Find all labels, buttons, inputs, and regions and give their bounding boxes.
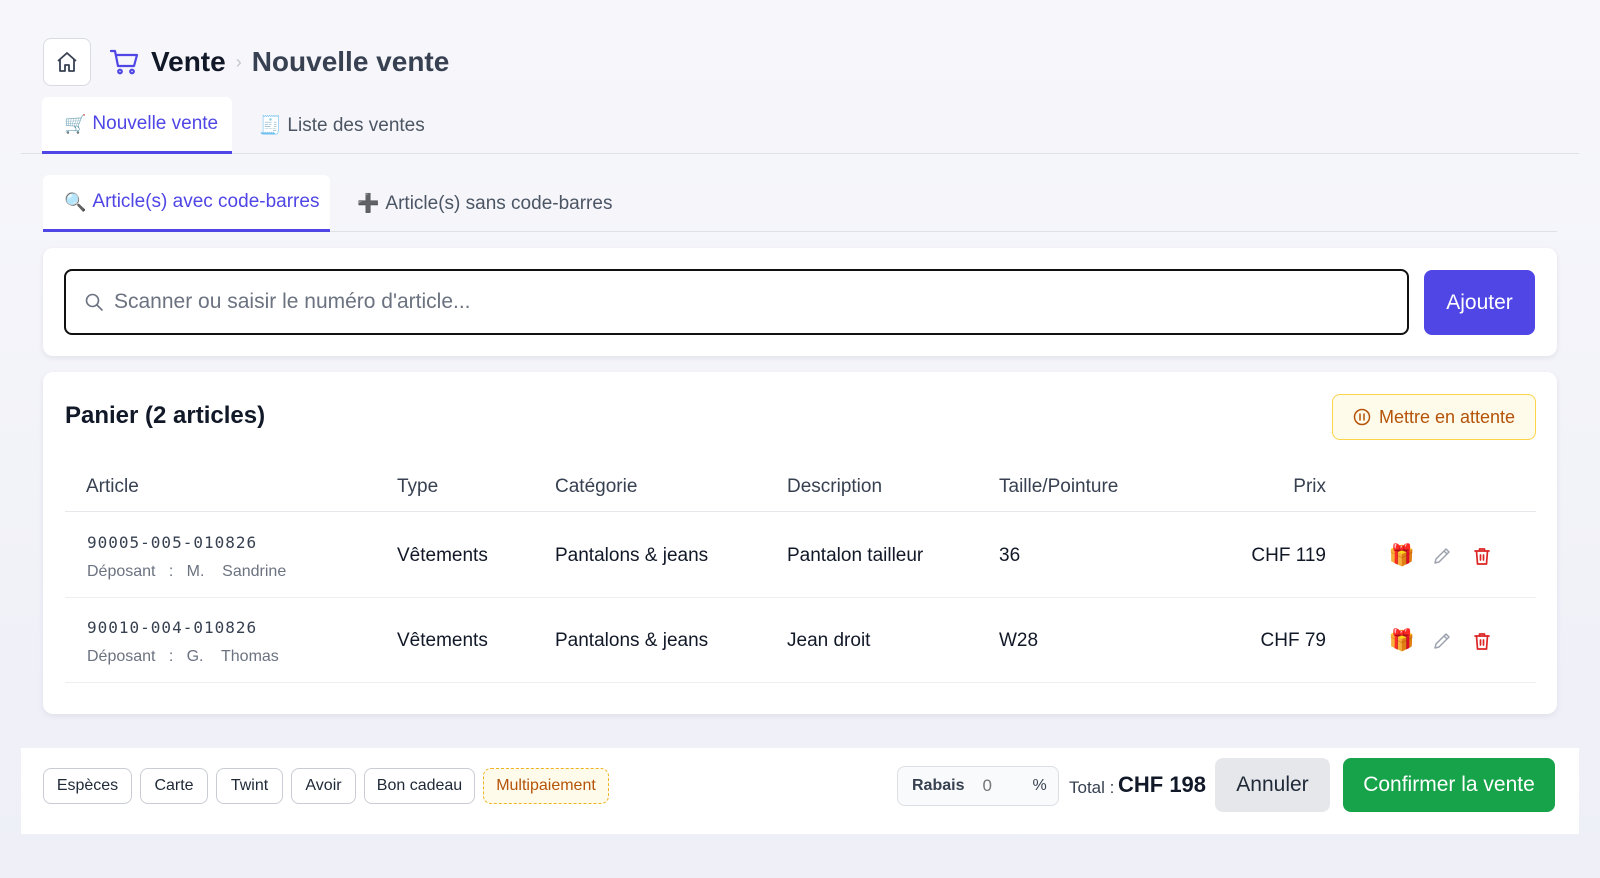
depositor: Déposant : M. Sandrine	[87, 563, 287, 580]
edit-icon[interactable]	[1429, 543, 1455, 569]
tab-nouvelle-vente[interactable]: 🛒 Nouvelle vente	[42, 97, 232, 154]
article-description: Jean droit	[787, 630, 871, 651]
discount-field: Rabais %	[897, 766, 1059, 806]
article-number-input[interactable]	[114, 290, 1314, 314]
total-value: CHF 198	[1118, 772, 1207, 797]
pay-carte-button[interactable]: Carte	[140, 768, 208, 804]
tab-label: Nouvelle vente	[92, 113, 219, 134]
receipt-icon: 🧾	[259, 115, 282, 135]
search-icon	[84, 292, 104, 312]
table-header: Article Type Catégorie Description Taill…	[65, 462, 1536, 512]
pay-avoir-button[interactable]: Avoir	[291, 768, 356, 804]
row-actions: 🎁	[1389, 543, 1509, 569]
page-title: Vente	[151, 46, 226, 77]
sub-tabs: 🔍 Article(s) avec code-barres ➕ Article(…	[43, 175, 1557, 232]
gift-icon[interactable]: 🎁	[1389, 628, 1415, 654]
table-row: 90010-004-010826 Déposant : G. Thomas Vê…	[65, 598, 1536, 683]
tab-label: Article(s) sans code-barres	[385, 192, 613, 214]
article-code: 90005-005-010826	[87, 533, 258, 552]
article-type: Vêtements	[397, 630, 488, 651]
col-categorie: Catégorie	[555, 476, 638, 497]
article-type: Vêtements	[397, 545, 488, 566]
tab-liste-des-ventes[interactable]: 🧾 Liste des ventes	[259, 97, 459, 154]
scan-card: Ajouter	[43, 248, 1557, 356]
breadcrumb-separator: ›	[235, 51, 242, 72]
tab-label: Article(s) avec code-barres	[92, 191, 320, 212]
cancel-button[interactable]: Annuler	[1215, 758, 1330, 812]
total-label: Total :	[1069, 778, 1115, 797]
trash-icon[interactable]	[1469, 628, 1495, 654]
article-size: W28	[999, 630, 1039, 651]
checkout-footer: Espèces Carte Twint Avoir Bon cadeau Mul…	[21, 748, 1579, 834]
percent-unit: %	[1032, 777, 1047, 794]
cart-icon	[109, 48, 139, 76]
trash-icon[interactable]	[1469, 543, 1495, 569]
article-price: CHF 79	[1260, 630, 1326, 651]
col-description: Description	[787, 476, 883, 497]
tab-sans-code-barres[interactable]: ➕ Article(s) sans code-barres	[357, 175, 617, 232]
row-actions: 🎁	[1389, 628, 1509, 654]
discount-input[interactable]	[982, 776, 1029, 796]
article-code: 90010-004-010826	[87, 618, 258, 637]
depositor: Déposant : G. Thomas	[87, 648, 279, 665]
hold-label: Mettre en attente	[1378, 406, 1516, 427]
magnifier-icon: 🔍	[64, 191, 87, 212]
edit-icon[interactable]	[1429, 628, 1455, 654]
article-description: Pantalon tailleur	[787, 545, 924, 566]
table-row: 90005-005-010826 Déposant : M. Sandrine …	[65, 513, 1536, 598]
hold-button[interactable]: Mettre en attente	[1332, 394, 1536, 440]
page-subtitle: Nouvelle vente	[251, 46, 450, 77]
article-category: Pantalons & jeans	[555, 545, 709, 566]
scan-input-wrapper	[64, 269, 1409, 335]
add-button[interactable]: Ajouter	[1424, 270, 1535, 335]
cart-emoji-icon: 🛒	[64, 113, 87, 134]
home-icon	[57, 52, 77, 72]
article-size: 36	[999, 545, 1021, 566]
pause-icon	[1353, 408, 1371, 426]
plus-icon: ➕	[357, 193, 380, 213]
home-button[interactable]	[43, 38, 91, 86]
gift-icon[interactable]: 🎁	[1389, 543, 1415, 569]
pay-bon-cadeau-button[interactable]: Bon cadeau	[364, 768, 475, 804]
main-tabs: 🛒 Nouvelle vente 🧾 Liste des ventes	[21, 97, 1579, 154]
col-type: Type	[397, 476, 439, 497]
page-header: Vente › Nouvelle vente	[43, 38, 449, 86]
discount-label: Rabais	[912, 777, 965, 794]
confirm-sale-button[interactable]: Confirmer la vente	[1343, 758, 1555, 812]
col-prix: Prix	[1293, 476, 1326, 497]
col-article: Article	[86, 476, 139, 497]
tab-avec-code-barres[interactable]: 🔍 Article(s) avec code-barres	[43, 175, 330, 232]
article-price: CHF 119	[1251, 545, 1326, 566]
tab-label: Liste des ventes	[287, 114, 425, 136]
cart-title: Panier (2 articles)	[65, 402, 266, 429]
cart-card: Panier (2 articles) Mettre en attente Ar…	[43, 372, 1557, 714]
pay-especes-button[interactable]: Espèces	[43, 768, 132, 804]
pay-twint-button[interactable]: Twint	[216, 768, 283, 804]
col-taille: Taille/Pointure	[999, 476, 1119, 497]
pay-multipaiement-button[interactable]: Multipaiement	[483, 768, 609, 804]
article-category: Pantalons & jeans	[555, 630, 709, 651]
